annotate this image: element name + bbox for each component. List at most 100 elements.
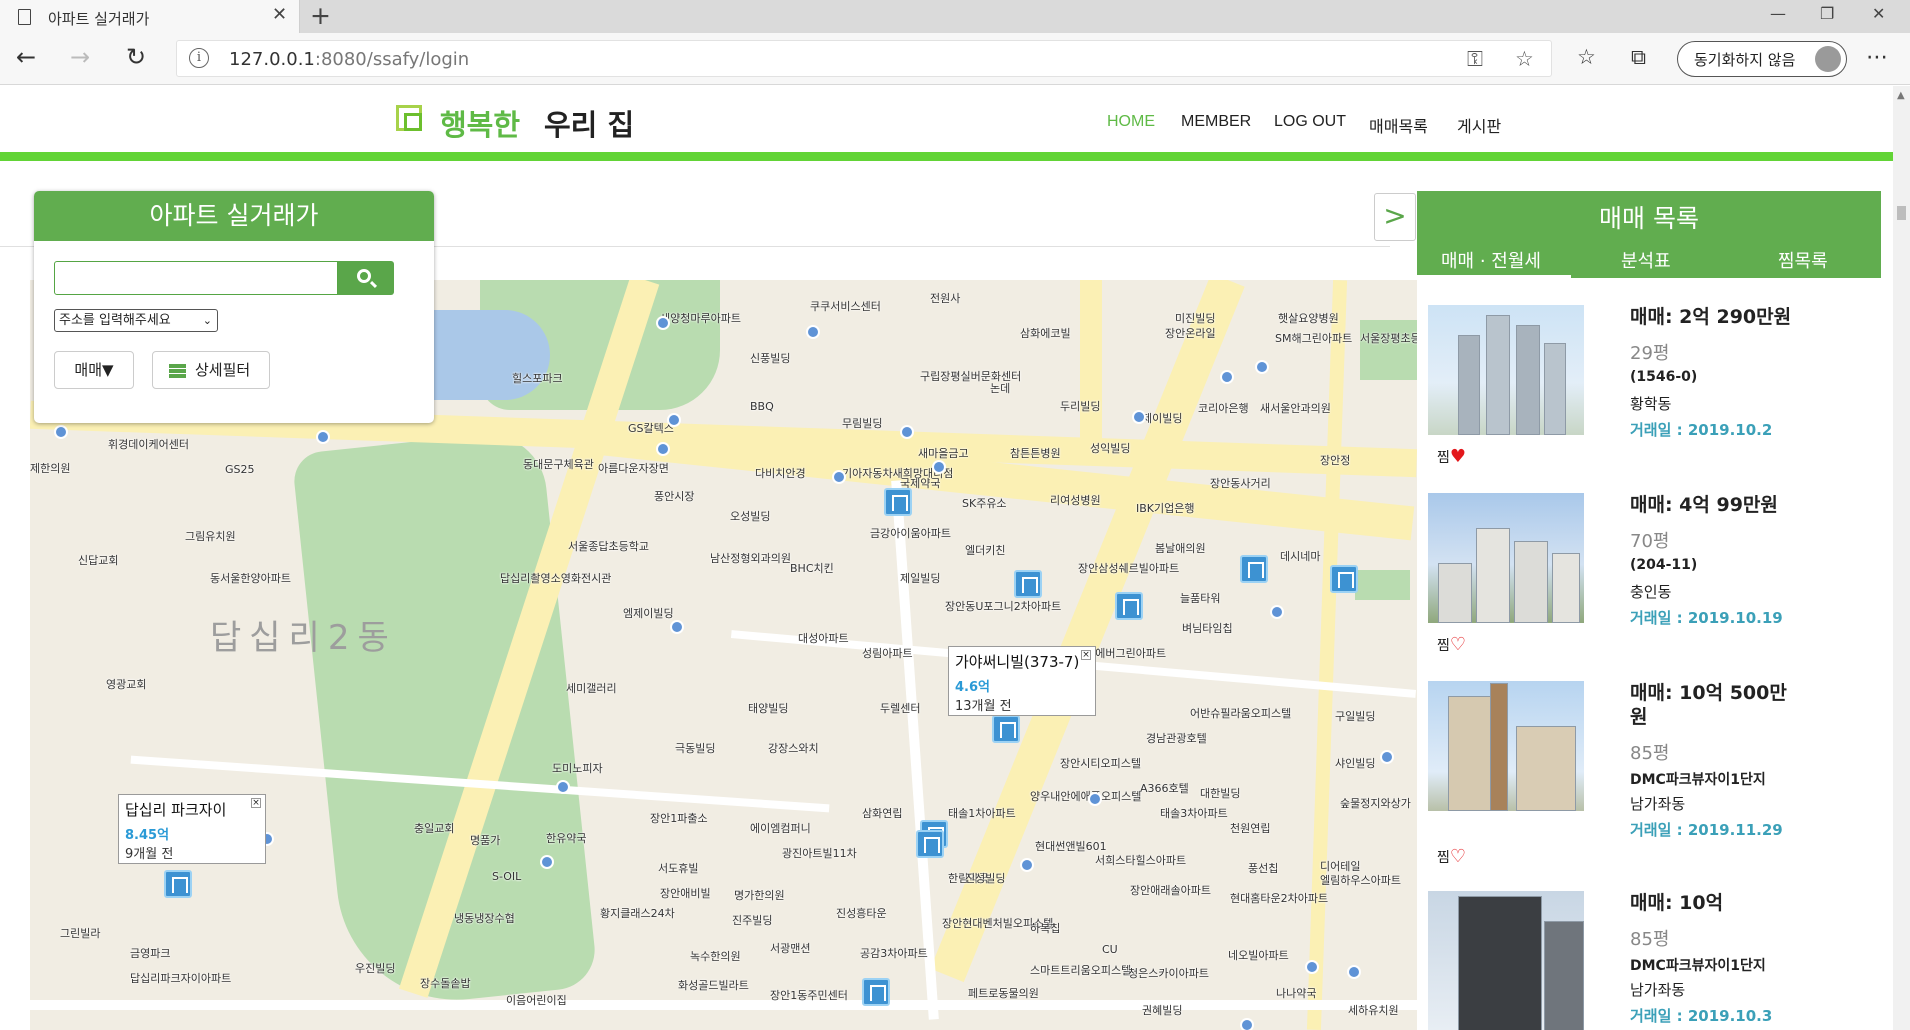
close-tab-icon[interactable]: ✕ xyxy=(272,4,287,25)
apartment-marker-icon[interactable] xyxy=(992,715,1020,743)
scroll-up-icon[interactable]: ▲ xyxy=(1897,90,1905,101)
tab-deal-rent[interactable]: 매매 · 전월세 xyxy=(1441,247,1541,273)
bus-stop-icon[interactable] xyxy=(670,620,684,634)
bus-stop-icon[interactable] xyxy=(656,442,670,456)
map-label: 극동빌딩 xyxy=(675,742,716,755)
favorite-toggle[interactable]: 찜♡ xyxy=(1437,847,1466,867)
heart-outline-icon[interactable]: ♡ xyxy=(1450,636,1466,654)
bus-stop-icon[interactable] xyxy=(556,780,570,794)
restore-icon[interactable]: ❐ xyxy=(1820,4,1834,23)
panel-toggle-button[interactable]: > xyxy=(1374,193,1416,241)
bus-stop-icon[interactable] xyxy=(667,413,681,427)
map-label: 동서울한양아파트 xyxy=(210,572,291,585)
bus-stop-icon[interactable] xyxy=(1132,410,1146,424)
map-infowindow[interactable]: 가야써니빌(373-7) 4.6억 13개월 전 × xyxy=(948,646,1096,716)
bus-stop-icon[interactable] xyxy=(1088,792,1102,806)
map-label: 진성빌딩 xyxy=(965,872,1006,885)
bus-stop-icon[interactable] xyxy=(316,430,330,444)
nav-member[interactable]: MEMBER xyxy=(1181,113,1251,131)
bus-stop-icon[interactable] xyxy=(806,325,820,339)
map-label: 서도휴빌 xyxy=(658,862,699,875)
map-label: 참튼튼병원 xyxy=(1010,447,1061,460)
scrollbar-thumb[interactable] xyxy=(1897,206,1906,220)
logo-icon xyxy=(396,105,422,131)
key-icon[interactable]: ⚿ xyxy=(1467,47,1483,72)
bus-stop-icon[interactable] xyxy=(1255,360,1269,374)
logo-text-primary[interactable]: 행복한 xyxy=(440,102,520,144)
address-bar[interactable]: i 127.0.0.1:8080/ssafy/login ⚿ ☆ xyxy=(176,40,1552,77)
heart-filled-icon[interactable]: ♥ xyxy=(1450,448,1466,466)
bus-stop-icon[interactable] xyxy=(1220,370,1234,384)
map-label: 미진빌딩 xyxy=(1175,312,1216,325)
apartment-marker-icon[interactable] xyxy=(884,488,912,516)
list-item[interactable]: 매매: 10억 500만원 85평 DMC파크뷰자이1단지 남가좌동 거래일 :… xyxy=(1417,667,1881,866)
apartment-marker-icon[interactable] xyxy=(916,830,944,858)
map-label: 장안삼성쉐르빌아파트 xyxy=(1078,562,1180,575)
apartment-marker-icon[interactable] xyxy=(1115,592,1143,620)
nav-board[interactable]: 게시판 xyxy=(1457,113,1501,137)
bus-stop-icon[interactable] xyxy=(932,460,946,474)
forward-icon[interactable]: → xyxy=(70,43,90,71)
apartment-photo xyxy=(1428,305,1584,435)
minimize-icon[interactable]: — xyxy=(1770,4,1786,23)
detail-filter-button[interactable]: 상세필터 xyxy=(152,351,270,389)
map-label: 신풍빌딩 xyxy=(750,352,791,365)
bus-stop-icon[interactable] xyxy=(1305,960,1319,974)
list-item[interactable]: 매매: 2억 290만원 29평 (1546-0) 황학동 거래일 : 2019… xyxy=(1417,291,1881,479)
map-infowindow[interactable]: 답십리 파크자이 8.45억 9개월 전 × xyxy=(118,794,266,864)
apartment-marker-icon[interactable] xyxy=(1014,570,1042,598)
list-item[interactable]: 매매: 4억 99만원 70평 (204-11) 충인동 거래일 : 2019.… xyxy=(1417,479,1881,667)
address-select[interactable]: 주소를 입력해주세요 ⌄ xyxy=(54,309,218,332)
apartment-marker-icon[interactable] xyxy=(862,978,890,1006)
bus-stop-icon[interactable] xyxy=(54,425,68,439)
close-icon[interactable]: × xyxy=(251,798,261,808)
bus-stop-icon[interactable] xyxy=(1240,1018,1254,1030)
nav-logout[interactable]: LOG OUT xyxy=(1274,113,1346,131)
nav-deal-list[interactable]: 매매목록 xyxy=(1369,113,1428,137)
close-window-icon[interactable]: ✕ xyxy=(1872,4,1885,23)
map-label: 아름다운자장면 xyxy=(598,462,669,475)
bus-stop-icon[interactable] xyxy=(540,855,554,869)
item-code: DMC파크뷰자이1단지 xyxy=(1630,958,1766,974)
favorites-icon[interactable]: ☆ xyxy=(1577,45,1596,69)
bus-stop-icon[interactable] xyxy=(1020,858,1034,872)
map-label: A366호텔 xyxy=(1140,782,1189,795)
favorite-toggle[interactable]: 찜♥ xyxy=(1437,447,1466,467)
bus-stop-icon[interactable] xyxy=(1347,965,1361,979)
url-text[interactable]: 127.0.0.1:8080/ssafy/login xyxy=(229,49,469,70)
browser-tab[interactable]: 아파트 실거래가 ✕ xyxy=(0,0,300,33)
apartment-marker-icon[interactable] xyxy=(164,870,192,898)
deal-type-button[interactable]: 매매▼ xyxy=(54,351,134,389)
map-label: 성익빌딩 xyxy=(1090,442,1131,455)
item-code: DMC파크뷰자이1단지 xyxy=(1630,772,1766,788)
info-icon[interactable]: i xyxy=(189,48,209,68)
bus-stop-icon[interactable] xyxy=(1380,750,1394,764)
bus-stop-icon[interactable] xyxy=(1270,605,1284,619)
search-button[interactable] xyxy=(338,261,394,295)
bus-stop-icon[interactable] xyxy=(900,425,914,439)
apartment-marker-icon[interactable] xyxy=(1330,565,1358,593)
page-scrollbar[interactable]: ▲ xyxy=(1893,86,1910,1030)
logo-text-secondary[interactable]: 우리 집 xyxy=(544,102,634,144)
search-input[interactable] xyxy=(54,261,338,295)
more-icon[interactable]: ⋯ xyxy=(1866,45,1888,70)
bus-stop-icon[interactable] xyxy=(656,316,670,330)
bus-stop-icon[interactable] xyxy=(832,470,846,484)
back-icon[interactable]: ← xyxy=(16,43,36,71)
sync-button[interactable]: 동기화하지 않음 xyxy=(1677,41,1847,77)
nav-home[interactable]: HOME xyxy=(1107,113,1155,131)
favorite-toggle[interactable]: 찜♡ xyxy=(1437,635,1466,655)
collections-icon[interactable]: ⧉ xyxy=(1631,45,1646,70)
heart-outline-icon[interactable]: ♡ xyxy=(1450,848,1466,866)
apartment-marker-icon[interactable] xyxy=(1240,555,1268,583)
tab-favorites[interactable]: 찜목록 xyxy=(1778,247,1828,273)
map-label: 전원사 xyxy=(930,292,961,305)
new-tab-icon[interactable]: + xyxy=(310,1,331,30)
favorite-label: 찜 xyxy=(1437,850,1450,866)
favorite-star-icon[interactable]: ☆ xyxy=(1515,47,1534,71)
close-icon[interactable]: × xyxy=(1081,650,1091,660)
reload-icon[interactable]: ↻ xyxy=(126,43,146,71)
tab-analysis[interactable]: 분석표 xyxy=(1621,247,1671,273)
list-item[interactable]: 매매: 10억 85평 DMC파크뷰자이1단지 남가좌동 거래일 : 2019.… xyxy=(1417,877,1881,1030)
address-select-value: 주소를 입력해주세요 xyxy=(59,313,171,328)
